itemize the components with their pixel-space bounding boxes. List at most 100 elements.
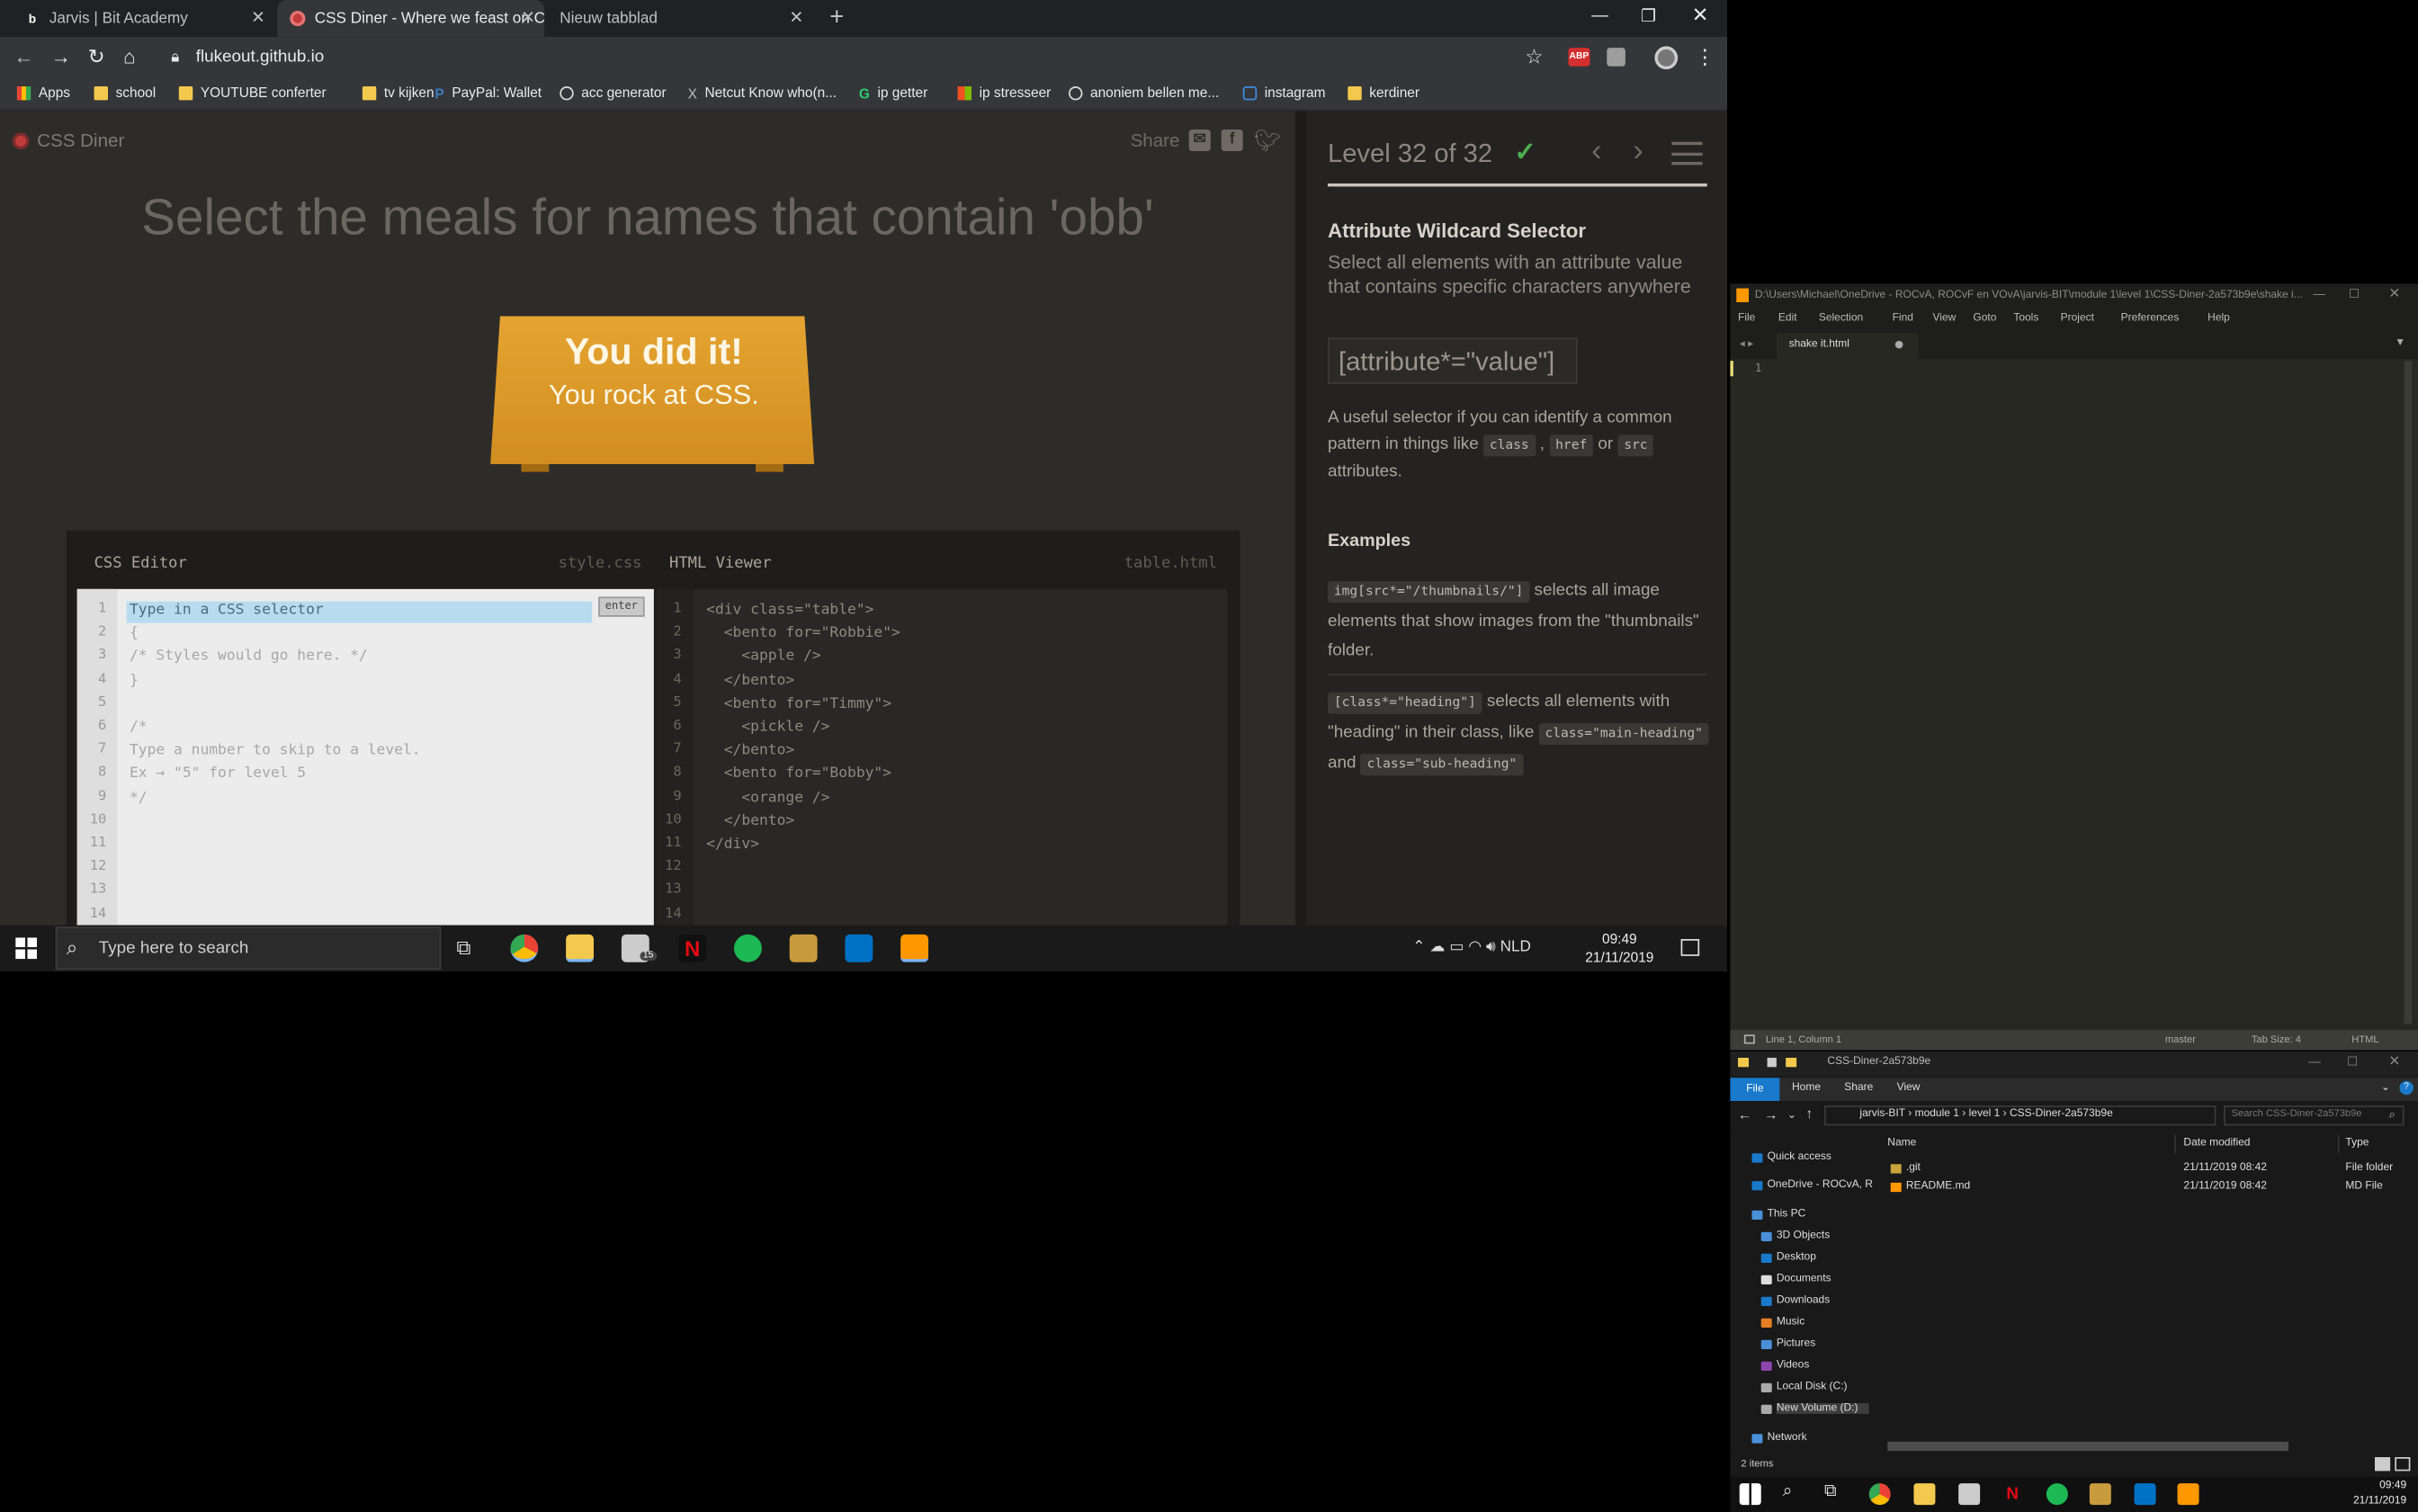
chrome-icon[interactable] xyxy=(510,934,539,962)
outlook-icon[interactable] xyxy=(845,934,873,962)
nav-item-8[interactable]: Pictures xyxy=(1777,1338,1815,1349)
netflix-icon[interactable]: N xyxy=(678,934,707,962)
tab-jarvis[interactable]: b Jarvis | Bit Academy ✕ xyxy=(13,0,274,37)
bookmark-youtube[interactable]: YOUTUBE conferter xyxy=(178,85,327,100)
nav-item-4[interactable]: Desktop xyxy=(1777,1252,1816,1263)
system-tray[interactable]: ⌃ ☁ ▭ ◠ 🔊︎ NLD xyxy=(1412,939,1531,956)
back-icon[interactable]: ← xyxy=(1738,1107,1751,1123)
windows-start-icon[interactable] xyxy=(15,937,38,960)
next-level-icon[interactable]: › xyxy=(1633,134,1643,169)
horizontal-scrollbar[interactable] xyxy=(1887,1441,2288,1452)
netflix-icon[interactable]: N xyxy=(2002,1483,2024,1506)
bookmark-ip-stresseer[interactable]: ip stresseer xyxy=(957,85,1051,100)
close-window-icon[interactable]: ✕ xyxy=(1692,3,1709,27)
breadcrumb[interactable]: jarvis-BIT › module 1 › level 1 › CSS-Di… xyxy=(1859,1109,2112,1120)
windows-start-icon[interactable] xyxy=(1739,1483,1761,1506)
reload-icon[interactable]: ↻ xyxy=(88,45,105,69)
menu-help[interactable]: Help xyxy=(2208,313,2230,324)
chrome-icon[interactable] xyxy=(1868,1483,1891,1506)
nav-item-11[interactable]: New Volume (D:) xyxy=(1776,1403,1869,1414)
panel-toggle-icon[interactable] xyxy=(1743,1034,1755,1044)
nav-item-2[interactable]: This PC xyxy=(1768,1209,1806,1220)
bookmark-apps[interactable]: Apps xyxy=(16,85,70,100)
details-view-icon[interactable] xyxy=(2375,1457,2391,1472)
ribbon-tab-file[interactable]: File xyxy=(1730,1078,1780,1101)
minimize-icon[interactable]: — xyxy=(1591,6,1608,25)
menu-selection[interactable]: Selection xyxy=(1819,313,1863,324)
minimize-icon[interactable]: — xyxy=(2313,287,2325,300)
nav-item-6[interactable]: Downloads xyxy=(1777,1295,1830,1306)
menu-file[interactable]: File xyxy=(1738,313,1755,324)
minimize-icon[interactable]: — xyxy=(2308,1055,2321,1069)
tab-css-diner[interactable]: CSS Diner - Where we feast on C ✕ xyxy=(277,0,545,38)
avatar[interactable] xyxy=(1654,46,1679,70)
home-icon[interactable]: ⌂ xyxy=(123,45,135,68)
menu-dots-icon[interactable]: ⋮ xyxy=(1695,45,1715,69)
file-explorer-icon[interactable] xyxy=(566,934,594,962)
adblock-icon[interactable]: ABP xyxy=(1568,48,1590,67)
maximize-icon[interactable]: ☐ xyxy=(2347,1055,2358,1069)
spotify-icon[interactable] xyxy=(734,934,762,962)
star-icon[interactable]: ☆ xyxy=(1525,45,1543,69)
search-icon[interactable]: ⌕ xyxy=(1783,1481,1793,1501)
close-window-icon[interactable]: ✕ xyxy=(2388,285,2400,302)
nav-item-12[interactable]: Network xyxy=(1768,1433,1807,1444)
nav-item-9[interactable]: Videos xyxy=(1777,1360,1809,1371)
bookmark-ip-getter[interactable]: Gip getter xyxy=(859,85,927,101)
maximize-icon[interactable]: ☐ xyxy=(2349,287,2360,300)
nav-item-5[interactable]: Documents xyxy=(1777,1274,1831,1284)
git-branch[interactable]: master xyxy=(2165,1034,2196,1045)
close-tab-icon[interactable]: ✕ xyxy=(251,8,265,28)
recent-icon[interactable]: ⌄ xyxy=(1787,1109,1796,1121)
menu-goto[interactable]: Goto xyxy=(1973,313,1996,324)
spotify-icon[interactable] xyxy=(2046,1483,2068,1506)
file-name[interactable]: README.md xyxy=(1906,1181,1970,1192)
outlook-icon[interactable] xyxy=(2134,1483,2156,1506)
notifications-icon[interactable] xyxy=(1680,939,1700,956)
bookmark-anoniem[interactable]: anoniem bellen me... xyxy=(1069,85,1219,100)
nav-item-10[interactable]: Local Disk (C:) xyxy=(1777,1382,1848,1392)
new-folder-icon[interactable] xyxy=(1786,1058,1797,1068)
up-icon[interactable]: ↑ xyxy=(1805,1105,1813,1121)
bookmark-paypal[interactable]: P PayPal: Wallet xyxy=(434,85,542,101)
game-launcher-icon[interactable] xyxy=(789,934,818,962)
nav-item-1[interactable]: OneDrive - ROCvA, R xyxy=(1768,1179,1873,1190)
close-window-icon[interactable]: ✕ xyxy=(2388,1053,2400,1070)
enter-button[interactable]: enter xyxy=(598,596,645,617)
level-menu-icon[interactable] xyxy=(1671,141,1703,166)
bookmark-tv[interactable]: tv kijken xyxy=(362,85,434,100)
menu-project[interactable]: Project xyxy=(2061,313,2094,324)
menu-preferences[interactable]: Preferences xyxy=(2121,313,2180,324)
menu-find[interactable]: Find xyxy=(1893,313,1913,324)
properties-icon[interactable] xyxy=(1767,1058,1777,1068)
column-divider[interactable] xyxy=(2337,1134,2340,1154)
twitter-icon[interactable]: 🐦︎ xyxy=(1254,128,1281,154)
tab-size[interactable]: Tab Size: 4 xyxy=(2252,1034,2301,1045)
url-bar[interactable]: flukeout.github.io xyxy=(196,48,325,67)
taskbar-clock[interactable]: 09:49 21/11/2019 xyxy=(2353,1479,2406,1509)
sublime-text-icon[interactable] xyxy=(900,934,928,962)
close-tab-icon[interactable]: ✕ xyxy=(789,8,803,28)
taskbar-clock[interactable]: 09:49 21/11/2019 xyxy=(1585,930,1653,967)
bookmark-school[interactable]: school xyxy=(94,85,156,100)
tab-scroll-icon[interactable]: ◂ ▸ xyxy=(1740,337,1753,350)
task-view-icon[interactable]: ⧉ xyxy=(1824,1481,1836,1501)
minimap-scrollbar[interactable] xyxy=(2404,361,2413,1024)
sublime-text-icon[interactable] xyxy=(2177,1483,2199,1506)
bookmark-kerdiner[interactable]: kerdiner xyxy=(1348,85,1419,100)
back-icon[interactable]: ← xyxy=(13,45,33,68)
lock-icon[interactable]: 🔒︎ xyxy=(171,49,179,67)
menu-view[interactable]: View xyxy=(1933,313,1957,324)
file-name[interactable]: .git xyxy=(1906,1163,1921,1174)
column-name[interactable]: Name xyxy=(1887,1138,1916,1149)
column-divider[interactable] xyxy=(2174,1134,2176,1154)
close-tab-icon[interactable]: ✕ xyxy=(521,8,535,28)
previous-level-icon[interactable]: ‹ xyxy=(1591,134,1601,169)
page-divider[interactable] xyxy=(1295,111,1306,926)
tab-new[interactable]: Nieuw tabblad ✕ xyxy=(548,0,813,37)
large-icons-view-icon[interactable] xyxy=(2395,1457,2411,1472)
bookmark-acc-generator[interactable]: acc generator xyxy=(560,85,667,100)
forward-icon[interactable]: → xyxy=(51,45,71,68)
column-type[interactable]: Type xyxy=(2345,1138,2369,1149)
file-explorer-icon[interactable] xyxy=(1913,1483,1936,1506)
